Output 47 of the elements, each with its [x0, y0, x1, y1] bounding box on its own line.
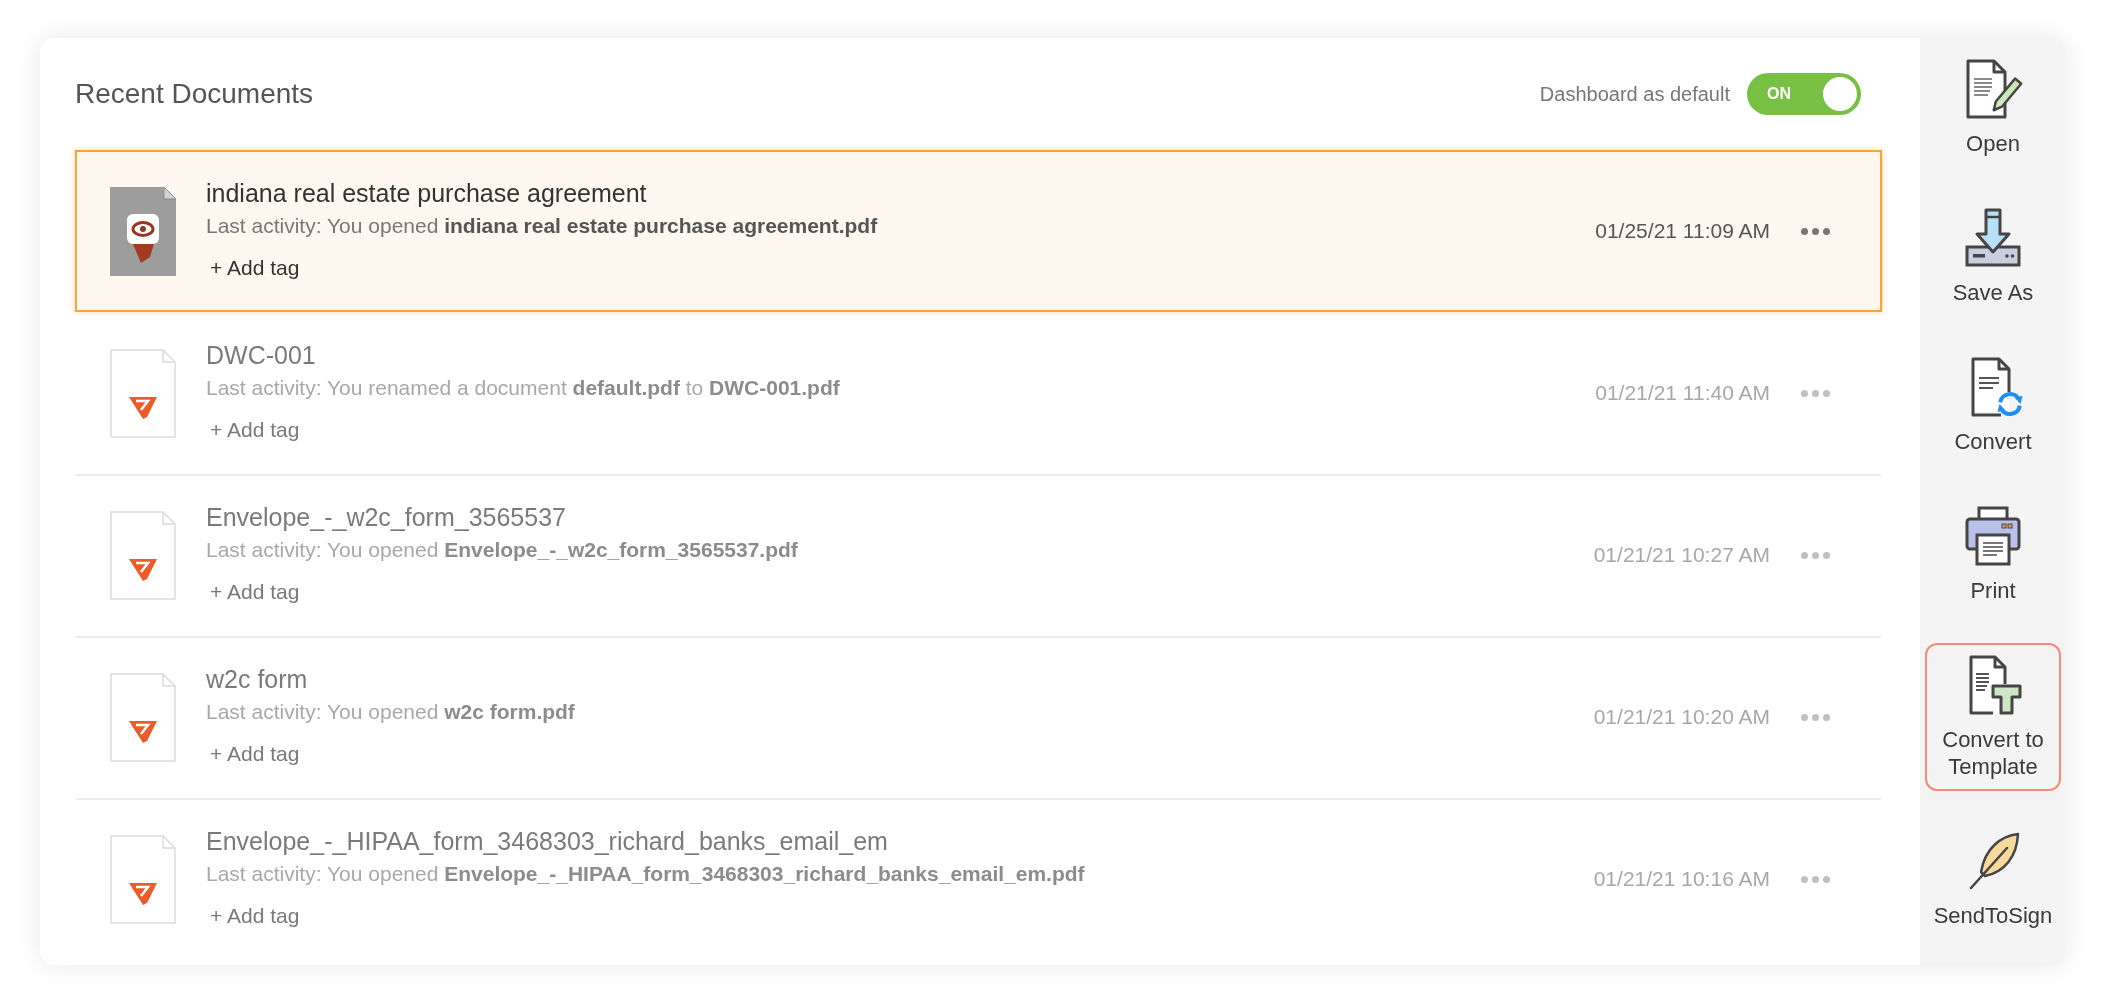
download-tray-icon — [1963, 207, 2023, 269]
more-icon[interactable] — [1800, 550, 1831, 560]
date-text: 01/21/21 11:40 AM — [1595, 381, 1770, 405]
toggle-knob-icon — [1823, 77, 1857, 111]
activity-text: Last activity: You renamed a document default.pdf to DWC-001.pdf — [206, 375, 840, 401]
date-text: 01/25/21 11:09 AM — [1595, 219, 1770, 243]
document-row[interactable]: Envelope_-_HIPAA_form_3468303_richard_banks_email_em Last activity: You opened Envelope_-_HIPAA_form_3468303_richard_banks_email_em.pdf + Add tag 01/21/21 10:16 AM — [75, 798, 1882, 960]
document-title: indiana real estate purchase agreement — [206, 178, 647, 209]
convert-button[interactable]: Convert — [1925, 345, 2061, 466]
more-icon[interactable] — [1800, 388, 1831, 398]
add-tag-button[interactable]: + Add tag — [206, 251, 304, 285]
document-preview-icon — [110, 186, 176, 276]
save-as-button[interactable]: Save As — [1925, 196, 2061, 317]
printer-icon — [1963, 505, 2023, 567]
document-icon — [110, 834, 176, 924]
document-title: w2c form — [206, 664, 308, 695]
send-to-sign-button[interactable]: SendToSign — [1925, 819, 2061, 940]
document-title: DWC-001 — [206, 340, 316, 371]
section-title: Recent Documents — [75, 78, 314, 110]
date-text: 01/21/21 10:16 AM — [1593, 867, 1770, 891]
document-icon — [110, 348, 176, 438]
convert-to-template-button[interactable]: Convert to Template — [1925, 643, 2061, 791]
document-row[interactable]: Envelope_-_w2c_form_3565537 Last activity: You opened Envelope_-_w2c_form_3565537.pdf + Add tag 01/21/21 10:27 AM — [75, 474, 1882, 636]
toggle-label: Dashboard as default — [1539, 82, 1730, 106]
date-text: 01/21/21 10:27 AM — [1593, 543, 1770, 567]
document-row[interactable]: indiana real estate purchase agreement Last activity: You opened indiana real estate purchase agreement.pdf + Add tag 01/25/21 11:09 AM — [75, 150, 1882, 312]
activity-text: Last activity: You opened indiana real estate purchase agreement.pdf — [206, 213, 878, 239]
document-title: Envelope_-_HIPAA_form_3468303_richard_banks_email_em — [206, 826, 888, 857]
open-button[interactable]: Open — [1925, 47, 2061, 168]
document-icon — [110, 672, 176, 762]
document-icon — [110, 510, 176, 600]
document-title: Envelope_-_w2c_form_3565537 — [206, 502, 566, 533]
activity-text: Last activity: You opened Envelope_-_w2c_form_3565537.pdf — [206, 537, 798, 563]
more-icon[interactable] — [1800, 712, 1831, 722]
add-tag-button[interactable]: + Add tag — [206, 575, 304, 609]
document-row[interactable]: DWC-001 Last activity: You renamed a document default.pdf to DWC-001.pdf + Add tag 01/21/21 11:40 AM — [75, 312, 1882, 474]
date-text: 01/21/21 10:20 AM — [1593, 705, 1770, 729]
activity-text: Last activity: You opened Envelope_-_HIPAA_form_3468303_richard_banks_email_em.pdf — [206, 861, 1085, 887]
more-icon[interactable] — [1800, 226, 1831, 236]
default-toggle[interactable]: ON — [1747, 73, 1861, 115]
add-tag-button[interactable]: + Add tag — [206, 413, 304, 447]
more-icon[interactable] — [1800, 874, 1831, 884]
document-row[interactable]: w2c form Last activity: You opened w2c form.pdf + Add tag 01/21/21 10:20 AM — [75, 636, 1882, 798]
activity-text: Last activity: You opened w2c form.pdf — [206, 699, 575, 725]
print-button[interactable]: Print — [1925, 494, 2061, 615]
add-tag-button[interactable]: + Add tag — [206, 899, 304, 933]
add-tag-button[interactable]: + Add tag — [206, 737, 304, 771]
